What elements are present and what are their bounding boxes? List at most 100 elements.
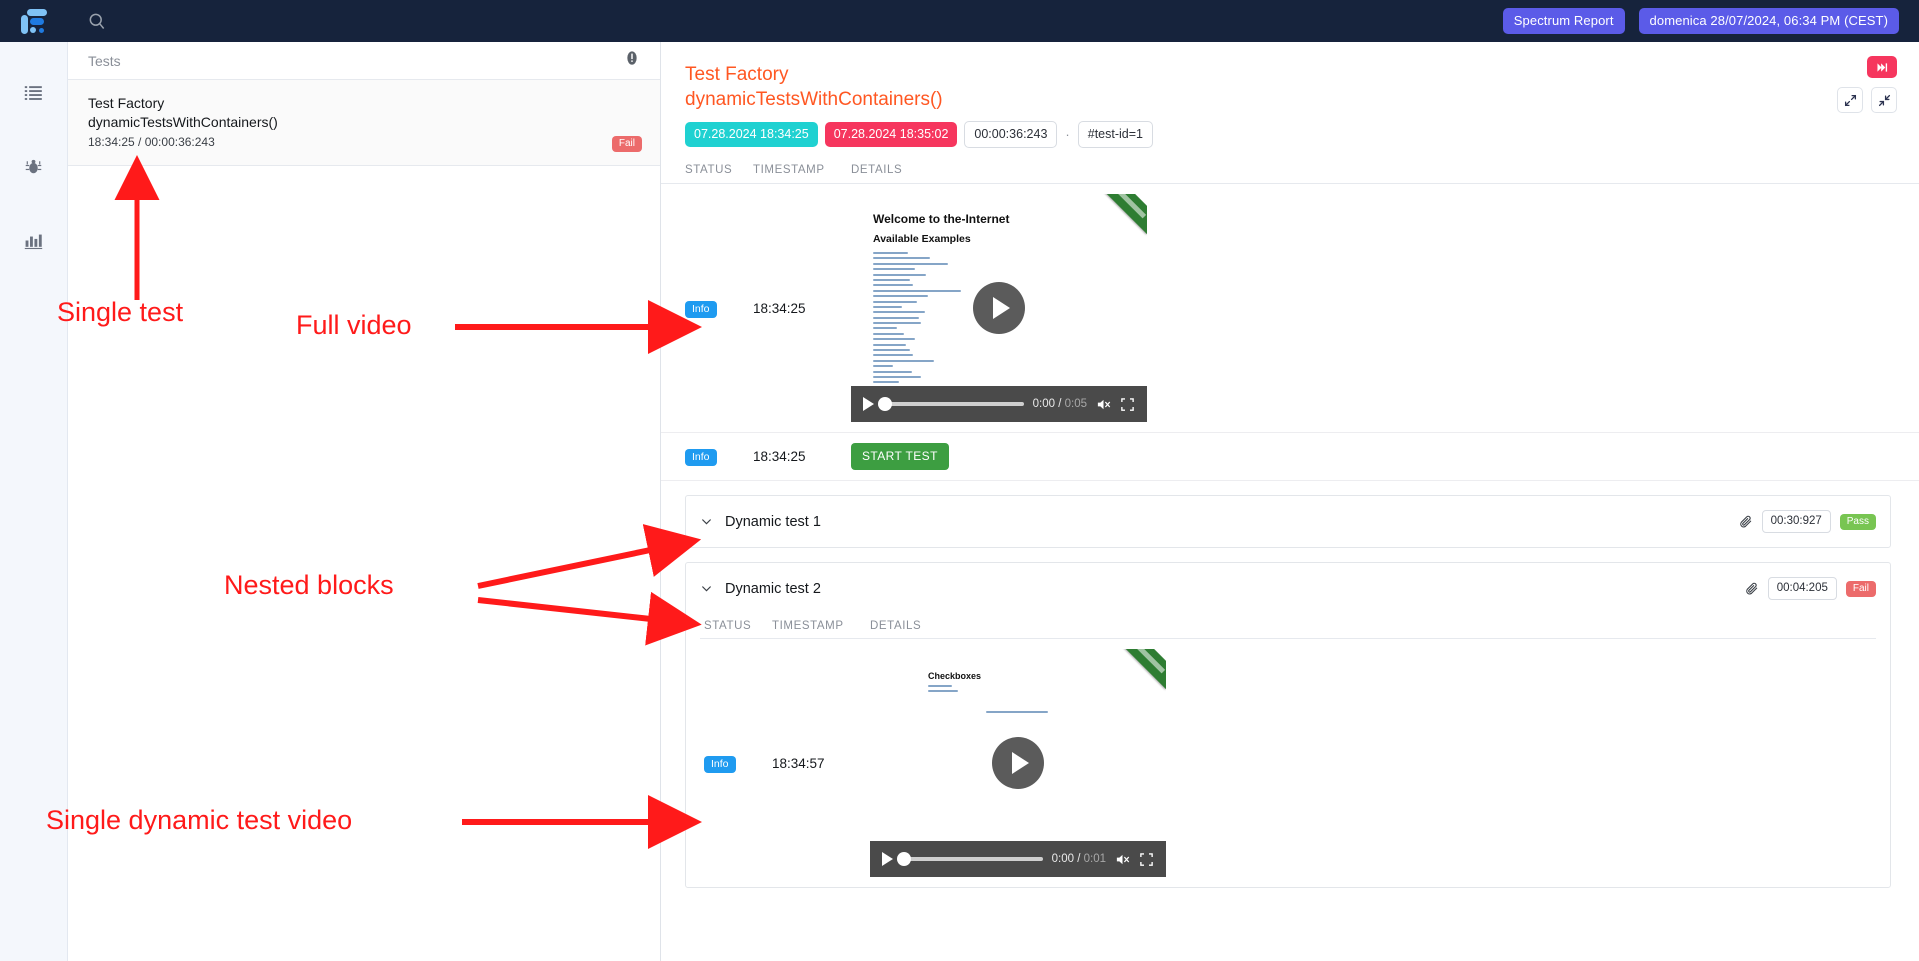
search-icon[interactable] — [80, 4, 114, 38]
log-table-header: STATUS TIMESTAMP DETAILS — [661, 164, 1919, 184]
play-icon[interactable] — [973, 282, 1025, 334]
video-total-time: 0:05 — [1064, 398, 1087, 410]
collapse-arrows-icon[interactable] — [1871, 87, 1897, 113]
status-badge-info: Info — [704, 755, 736, 773]
log-row-status: Info — [685, 299, 753, 318]
expand-arrows-icon[interactable] — [1837, 87, 1863, 113]
video-player-full[interactable]: Welcome to the-Internet Available Exampl… — [851, 194, 1147, 422]
spectrum-logo — [21, 8, 47, 34]
mute-icon[interactable] — [1096, 397, 1111, 412]
video-time: 0:00 / 0:01 — [1051, 853, 1106, 865]
fork-me-ribbon-icon — [1103, 194, 1147, 234]
test-id-chip: #test-id=1 — [1077, 121, 1153, 148]
log-row-timestamp: 18:34:57 — [772, 755, 825, 771]
log-row: Info 18:34:25 Welcome to the-Internet Av… — [661, 184, 1919, 433]
chevron-down-icon[interactable] — [700, 582, 713, 595]
app-root: Spectrum Report domenica 28/07/2024, 06:… — [0, 0, 1919, 961]
log-row-timestamp: 18:34:25 — [753, 300, 806, 316]
column-header-details: DETAILS — [851, 164, 903, 176]
test-detail-panel: Test Factory dynamicTestsWithContainers(… — [661, 42, 1919, 961]
status-badge-info: Info — [685, 300, 717, 318]
poster-heading: Checkboxes — [928, 671, 982, 681]
test-item-meta: 18:34:25 / 00:00:36:243 — [88, 135, 215, 149]
nested-block-header[interactable]: Dynamic test 1 00:30:927 Pass — [686, 496, 1890, 547]
log-table-header: STATUS TIMESTAMP DETAILS — [700, 620, 1876, 639]
log-row: Info 18:34:25 START TEST — [661, 433, 1919, 481]
column-header-timestamp: TIMESTAMP — [772, 620, 844, 632]
start-test-button[interactable]: START TEST — [851, 443, 949, 470]
duration-chip: 00:00:36:243 — [964, 121, 1058, 148]
fullscreen-icon[interactable] — [1139, 852, 1154, 867]
log-row-status: Info — [685, 447, 753, 466]
poster-heading: Welcome to the-Internet — [873, 212, 1010, 226]
spectrum-report-button[interactable]: Spectrum Report — [1502, 8, 1625, 34]
nested-block-meta: 00:04:205 Fail — [1745, 577, 1876, 600]
chevron-down-icon[interactable] — [700, 515, 713, 528]
column-header-details: DETAILS — [870, 620, 922, 632]
column-header-status: STATUS — [685, 164, 733, 176]
report-datetime-badge[interactable]: domenica 28/07/2024, 06:34 PM (CEST) — [1638, 8, 1899, 34]
chip-separator: · — [1065, 127, 1070, 142]
video-seek-slider[interactable] — [878, 397, 1024, 411]
tests-panel-header: Tests — [68, 42, 660, 80]
video-controls: 0:00 / 0:05 — [851, 386, 1147, 422]
poster-subheading: Available Examples — [873, 233, 971, 245]
nested-block-duration: 00:04:205 — [1767, 577, 1837, 600]
log-row-status: Info — [704, 754, 772, 773]
play-icon[interactable] — [863, 397, 874, 411]
video-seek-slider[interactable] — [897, 852, 1043, 866]
nested-block: Dynamic test 2 00:04:205 Fail STATUS TIM… — [685, 562, 1891, 888]
nested-block-title: Dynamic test 2 — [725, 580, 821, 597]
video-current-time: 0:00 — [1032, 398, 1056, 410]
video-player-dynamic-test[interactable]: Checkboxes 0:00 / 0:01 — [870, 649, 1166, 877]
video-controls: 0:00 / 0:01 — [870, 841, 1166, 877]
left-icon-rail — [0, 42, 68, 961]
nested-block-body: STATUS TIMESTAMP DETAILS Info 18:34:57 C… — [686, 620, 1890, 887]
log-row-details: Checkboxes 0:00 / 0:01 — [870, 649, 1872, 877]
fork-me-ribbon-icon — [1122, 649, 1166, 689]
poster-checkbox-list — [928, 685, 964, 696]
info-icon[interactable] — [624, 50, 640, 71]
mute-icon[interactable] — [1115, 852, 1130, 867]
log-row: Info 18:34:57 Checkboxes 0:00 / 0:01 — [700, 639, 1876, 887]
play-icon[interactable] — [882, 852, 893, 866]
paperclip-icon[interactable] — [1745, 582, 1759, 596]
detail-title-method: dynamicTestsWithContainers() — [685, 89, 943, 110]
test-item-method: dynamicTestsWithContainers() — [88, 114, 278, 130]
detail-title-suite: Test Factory — [685, 64, 789, 85]
video-time: 0:00 / 0:05 — [1032, 398, 1087, 410]
top-bar: Spectrum Report domenica 28/07/2024, 06:… — [0, 0, 1919, 42]
logo-container[interactable] — [0, 8, 68, 34]
poster-footer-line — [986, 711, 1048, 716]
log-row-details: Welcome to the-Internet Available Exampl… — [851, 194, 1891, 422]
status-badge: Fail — [1845, 580, 1876, 597]
video-total-time: 0:01 — [1083, 853, 1106, 865]
nested-block-title: Dynamic test 1 — [725, 513, 821, 530]
end-time-chip: 07.28.2024 18:35:02 — [824, 122, 958, 147]
bar-chart-icon[interactable] — [20, 226, 48, 254]
status-badge-info: Info — [685, 449, 717, 466]
nested-block-header[interactable]: Dynamic test 2 00:04:205 Fail — [686, 563, 1890, 614]
log-row-timestamp: 18:34:25 — [753, 449, 806, 464]
paperclip-icon[interactable] — [1739, 515, 1753, 529]
bug-icon[interactable] — [20, 152, 48, 180]
skip-forward-icon[interactable] — [1867, 56, 1897, 78]
play-icon[interactable] — [992, 737, 1044, 789]
seek-knob[interactable] — [878, 397, 892, 411]
tests-panel-title: Tests — [88, 52, 121, 69]
tests-panel: Tests Test Factory dynamicTestsWithConta… — [68, 42, 661, 961]
status-badge: Pass — [1839, 513, 1876, 530]
detail-meta-chips: 07.28.2024 18:34:25 07.28.2024 18:35:02 … — [685, 121, 1891, 148]
fullscreen-icon[interactable] — [1120, 397, 1135, 412]
list-icon[interactable] — [20, 78, 48, 106]
seek-knob[interactable] — [897, 852, 911, 866]
nested-block-duration: 00:30:927 — [1761, 510, 1831, 533]
status-badge: Fail — [611, 136, 642, 152]
log-row-details: START TEST — [851, 443, 1891, 470]
detail-header: Test Factory dynamicTestsWithContainers(… — [661, 42, 1919, 148]
size-toggle-group — [1837, 87, 1897, 113]
top-bar-right: Spectrum Report domenica 28/07/2024, 06:… — [1502, 8, 1919, 34]
column-header-status: STATUS — [704, 620, 752, 632]
start-time-chip: 07.28.2024 18:34:25 — [685, 122, 818, 147]
test-list-item[interactable]: Test Factory dynamicTestsWithContainers(… — [68, 80, 660, 166]
